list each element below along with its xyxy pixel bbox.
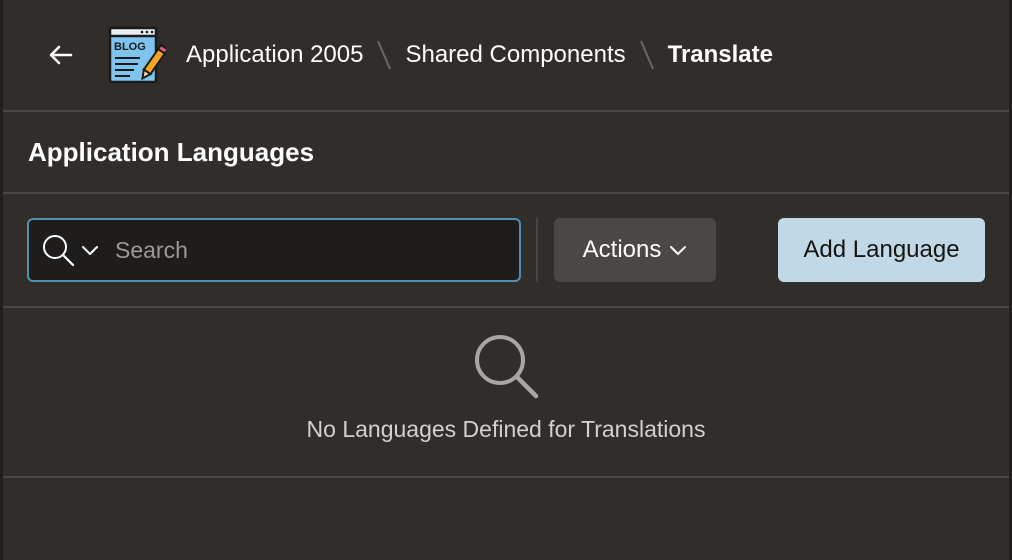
app-logo-icon: BLOG xyxy=(108,26,166,84)
page: BLOG Application 2005 Shared Components … xyxy=(0,0,1012,560)
add-language-button-label: Add Language xyxy=(803,236,960,263)
arrow-left-icon xyxy=(49,45,73,65)
search-column-menu-button[interactable] xyxy=(41,233,99,267)
toolbar: Actions Add Language xyxy=(3,194,1009,308)
region-title: Application Languages xyxy=(28,136,315,167)
actions-menu-button[interactable]: Actions xyxy=(554,218,716,282)
logo-text: BLOG xyxy=(114,41,146,53)
breadcrumb-item-shared-components[interactable]: Shared Components xyxy=(405,41,625,69)
chevron-down-icon xyxy=(670,246,687,255)
region-header: Application Languages xyxy=(3,112,1009,194)
breadcrumb-item-application[interactable]: Application 2005 xyxy=(186,41,363,69)
chevron-down-icon xyxy=(82,246,98,255)
back-button[interactable] xyxy=(41,35,81,75)
breadcrumb-separator-icon xyxy=(639,40,654,70)
empty-state-message: No Languages Defined for Translations xyxy=(306,416,706,442)
search-icon xyxy=(43,235,75,267)
breadcrumb-item-translate: Translate xyxy=(667,41,773,68)
page-header: BLOG Application 2005 Shared Components … xyxy=(3,0,1009,112)
toolbar-divider xyxy=(536,218,538,282)
actions-button-label: Actions xyxy=(582,236,662,263)
breadcrumb-separator-icon xyxy=(377,40,392,70)
search-box xyxy=(27,218,521,282)
breadcrumb: Application 2005 Shared Components Trans… xyxy=(186,38,773,72)
search-input[interactable] xyxy=(113,229,519,271)
search-icon xyxy=(475,335,539,399)
add-language-button[interactable]: Add Language xyxy=(778,218,985,282)
empty-state: No Languages Defined for Translations xyxy=(3,308,1009,478)
